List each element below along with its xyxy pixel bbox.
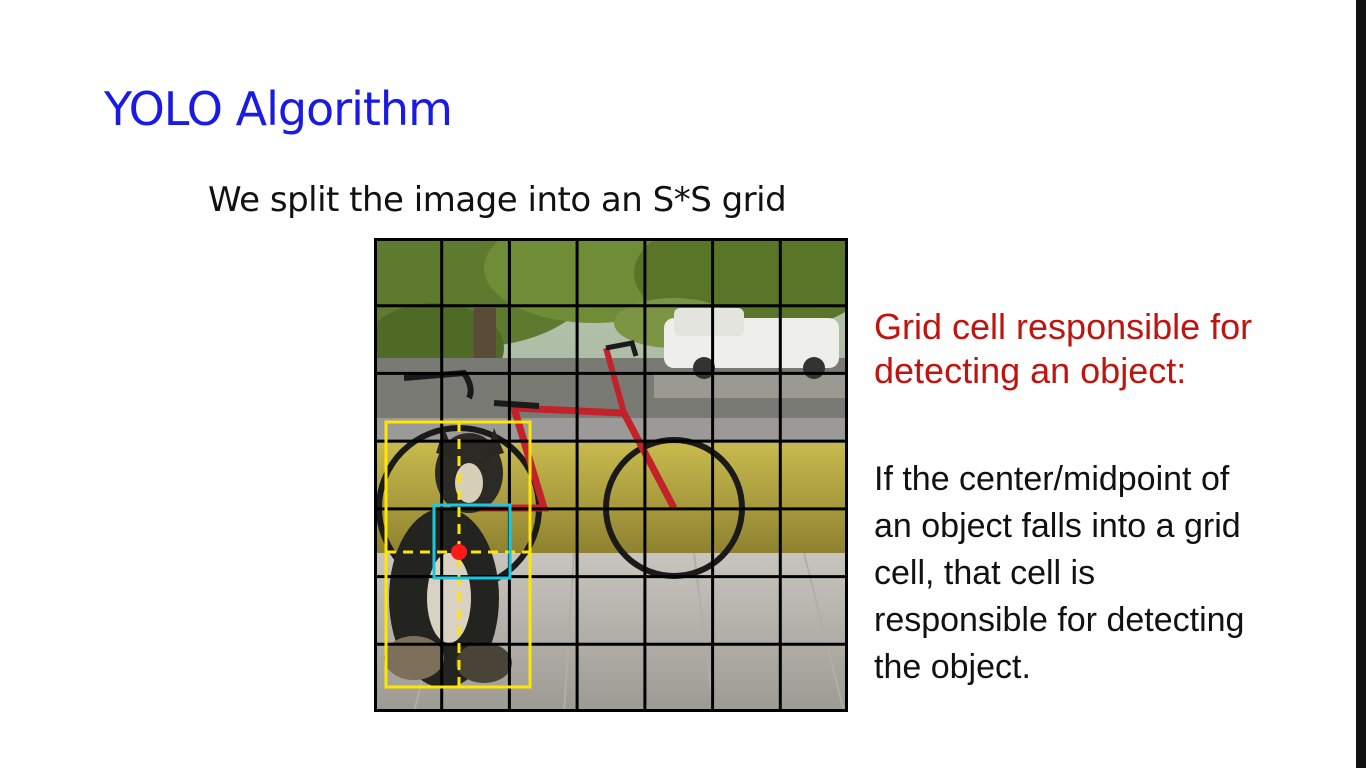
slide-edge-divider	[1356, 0, 1366, 768]
slide: YOLO Algorithm We split the image into a…	[0, 0, 1366, 768]
slide-title: YOLO Algorithm	[104, 82, 453, 136]
slide-subtitle: We split the image into an S*S grid	[208, 180, 787, 220]
heading-line: detecting an object:	[874, 350, 1187, 391]
yolo-grid-illustration	[374, 238, 848, 712]
body-line: cell, that cell is	[874, 554, 1096, 592]
center-point	[451, 544, 467, 560]
heading-line: Grid cell responsible for	[874, 306, 1253, 347]
body-line: If the center/midpoint of	[874, 460, 1230, 498]
grid-figure	[374, 238, 848, 712]
responsible-cell-heading: Grid cell responsible for detecting an o…	[874, 305, 1354, 393]
body-line: an object falls into a grid	[874, 507, 1241, 545]
responsible-cell-explanation: If the center/midpoint of an object fall…	[874, 456, 1354, 691]
body-line: responsible for detecting	[874, 601, 1245, 639]
body-line: the object.	[874, 648, 1031, 686]
